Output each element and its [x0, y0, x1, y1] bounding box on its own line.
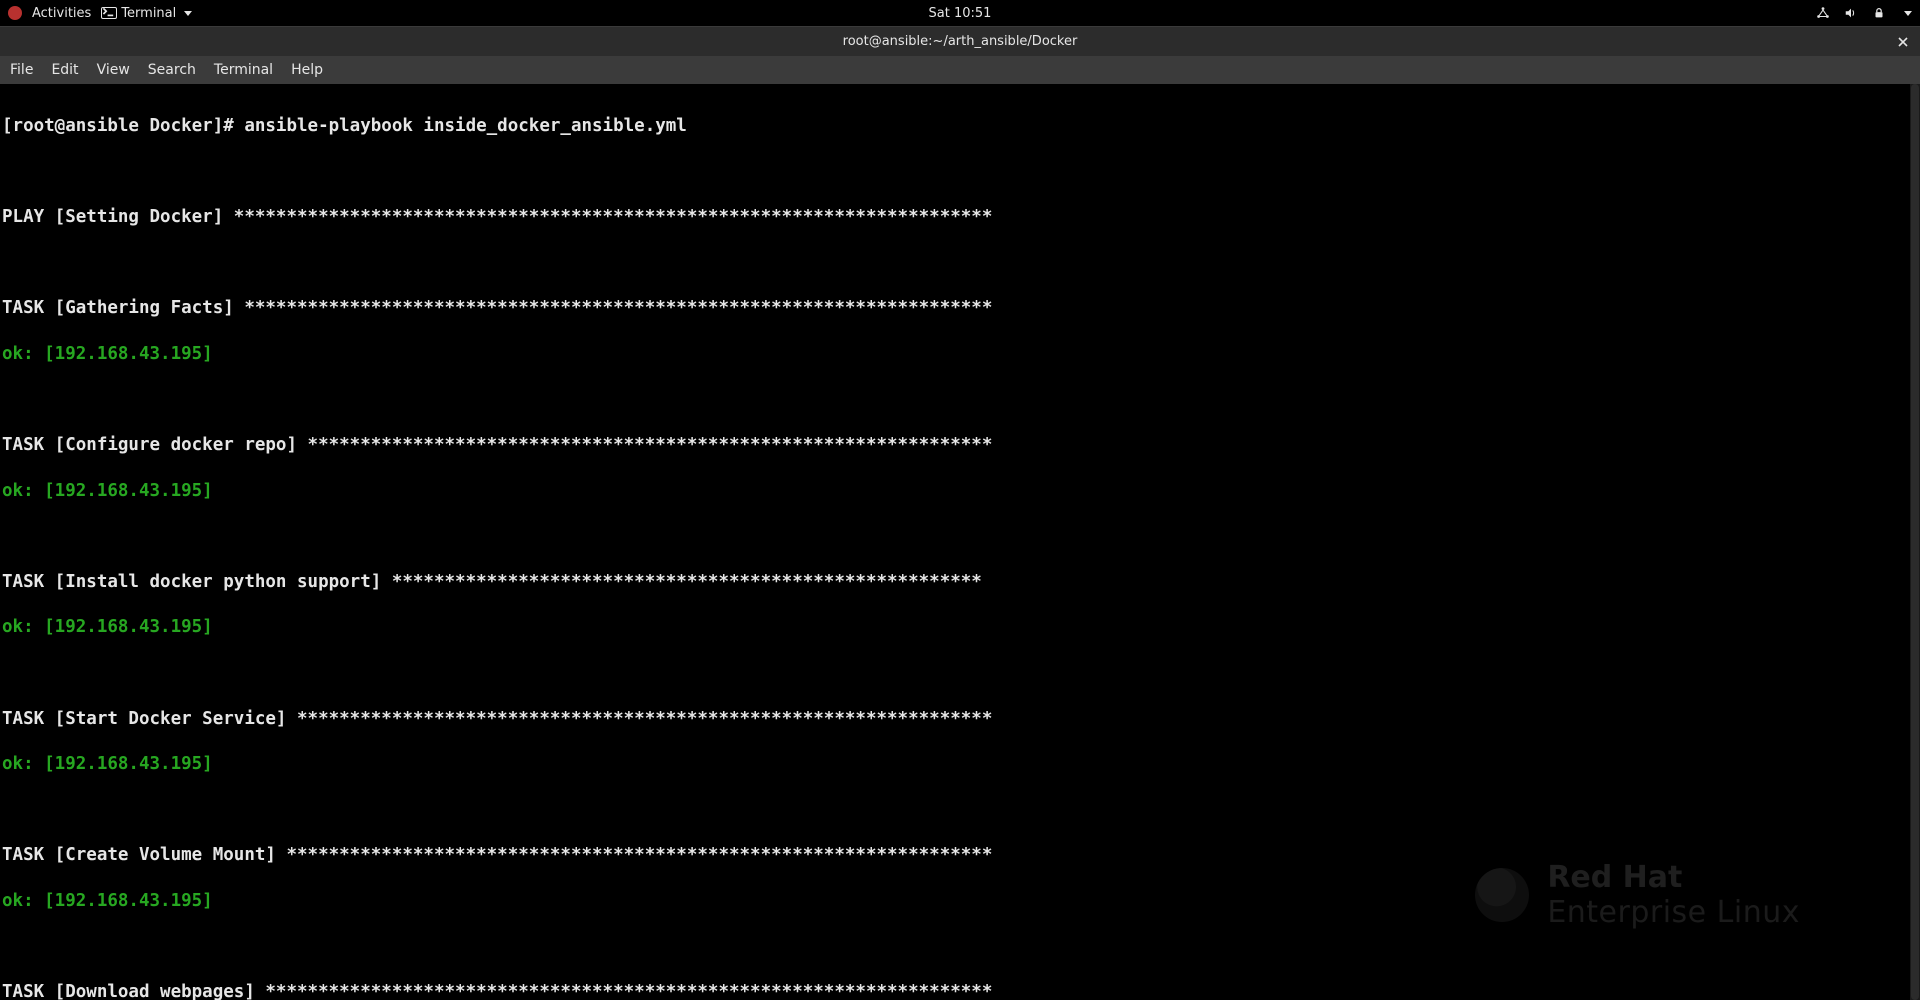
network-icon[interactable]: [1816, 6, 1830, 20]
result-ok: ok: [192.168.43.195]: [2, 753, 1918, 776]
menu-view[interactable]: View: [97, 62, 130, 78]
scrollbar[interactable]: [1910, 84, 1920, 1000]
scrollbar-thumb[interactable]: [1911, 84, 1919, 1000]
task-service: TASK [Start Docker Service] ************…: [2, 708, 1918, 731]
play-heading: PLAY [Setting Docker] ******************…: [2, 206, 1918, 229]
app-indicator-label: Terminal: [121, 6, 176, 21]
app-indicator[interactable]: Terminal: [101, 6, 192, 21]
redhat-icon: [8, 6, 22, 20]
prompt-line: [root@ansible Docker]# ansible-playbook …: [2, 115, 1918, 138]
gnome-topbar: Activities Terminal Sat 10:51: [0, 0, 1920, 26]
task-gathering: TASK [Gathering Facts] *****************…: [2, 297, 1918, 320]
window-title: root@ansible:~/arth_ansible/Docker: [843, 34, 1078, 49]
task-volume: TASK [Create Volume Mount] *************…: [2, 844, 1918, 867]
task-python: TASK [Install docker python support] ***…: [2, 571, 1918, 594]
chevron-down-icon: [184, 11, 192, 16]
menu-terminal[interactable]: Terminal: [214, 62, 273, 78]
power-menu-chevron-icon[interactable]: [1904, 11, 1912, 16]
terminal-app-icon: [101, 7, 117, 19]
terminal[interactable]: [root@ansible Docker]# ansible-playbook …: [0, 84, 1920, 1000]
task-repo: TASK [Configure docker repo] ***********…: [2, 434, 1918, 457]
menu-search[interactable]: Search: [148, 62, 196, 78]
result-ok: ok: [192.168.43.195]: [2, 343, 1918, 366]
result-ok: ok: [192.168.43.195]: [2, 616, 1918, 639]
result-ok: ok: [192.168.43.195]: [2, 480, 1918, 503]
lock-icon[interactable]: [1872, 6, 1886, 20]
close-button[interactable]: [1894, 33, 1912, 51]
window-titlebar: root@ansible:~/arth_ansible/Docker: [0, 26, 1920, 56]
activities-button[interactable]: Activities: [32, 6, 91, 21]
menu-file[interactable]: File: [10, 62, 33, 78]
volume-icon[interactable]: [1844, 6, 1858, 20]
clock[interactable]: Sat 10:51: [929, 6, 992, 21]
menu-edit[interactable]: Edit: [51, 62, 78, 78]
terminal-viewport: Red Hat Enterprise Linux [root@ansible D…: [0, 84, 1920, 1000]
menu-help[interactable]: Help: [291, 62, 323, 78]
menubar: File Edit View Search Terminal Help: [0, 56, 1920, 84]
task-download: TASK [Download webpages] ***************…: [2, 981, 1918, 1000]
result-ok: ok: [192.168.43.195]: [2, 890, 1918, 913]
